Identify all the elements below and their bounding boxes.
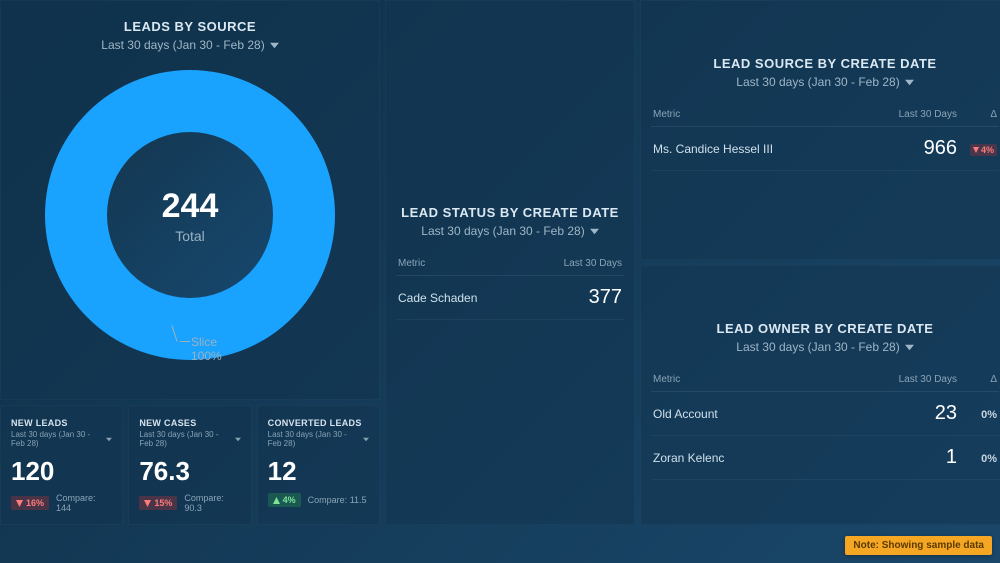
right-column: LEAD SOURCE BY CREATE DATE Last 30 days …	[640, 0, 1000, 525]
donut-total-label: Total	[175, 228, 205, 244]
col-metric: Metric	[398, 258, 532, 269]
metric-value: 966	[867, 137, 957, 160]
delta-badge: 4%	[268, 493, 301, 507]
stat-range[interactable]: Last 30 days (Jan 30 - Feb 28)	[11, 430, 112, 448]
date-range-label: Last 30 days (Jan 30 - Feb 28)	[736, 75, 899, 89]
chevron-down-icon	[106, 436, 112, 443]
table-header: Metric Last 30 Days Δ	[651, 368, 999, 392]
col-last30: Last 30 Days	[867, 109, 957, 120]
delta-badge: 4%	[970, 144, 997, 156]
stat-card[interactable]: NEW LEADS Last 30 days (Jan 30 - Feb 28)…	[0, 405, 123, 525]
chevron-down-icon	[590, 227, 599, 236]
metric-delta: 0%	[957, 407, 997, 421]
panel-leads-by-source: LEADS BY SOURCE Last 30 days (Jan 30 - F…	[0, 0, 380, 400]
table-row[interactable]: Ms. Candice Hessel III 966 4%	[651, 127, 999, 171]
compare-text: Compare: 90.3	[184, 493, 240, 513]
col-last30: Last 30 Days	[532, 258, 622, 269]
sample-data-note: Note: Showing sample data	[845, 536, 992, 555]
delta-text: 0%	[981, 409, 997, 421]
delta-text: 0%	[981, 453, 997, 465]
table-header: Metric Last 30 Days	[396, 252, 624, 276]
panel-lead-status: LEAD STATUS BY CREATE DATE Last 30 days …	[385, 0, 635, 525]
col-metric: Metric	[653, 374, 867, 385]
date-range-selector[interactable]: Last 30 days (Jan 30 - Feb 28)	[651, 75, 999, 89]
metric-delta: 4%	[957, 142, 997, 156]
stat-compare: 16% Compare: 144	[11, 493, 112, 513]
slice-leader-line	[180, 341, 190, 342]
col-last30: Last 30 Days	[867, 374, 957, 385]
stat-range[interactable]: Last 30 days (Jan 30 - Feb 28)	[139, 430, 240, 448]
date-range-label: Last 30 days (Jan 30 - Feb 28)	[101, 38, 264, 52]
compare-text: Compare: 144	[56, 493, 112, 513]
stat-range[interactable]: Last 30 days (Jan 30 - Feb 28)	[268, 430, 369, 448]
triangle-down-icon	[144, 500, 151, 507]
panel-title: LEAD SOURCE BY CREATE DATE	[651, 56, 999, 71]
metric-name: Ms. Candice Hessel III	[653, 142, 867, 156]
delta-badge: 16%	[11, 496, 49, 510]
chevron-down-icon	[905, 343, 914, 352]
metric-name: Cade Schaden	[398, 291, 532, 305]
table-row[interactable]: Old Account 23 0%	[651, 392, 999, 436]
triangle-up-icon	[273, 497, 280, 504]
date-range-selector[interactable]: Last 30 days (Jan 30 - Feb 28)	[11, 38, 369, 52]
table-header: Metric Last 30 Days Δ	[651, 103, 999, 127]
metric-value: 23	[867, 402, 957, 425]
date-range-selector[interactable]: Last 30 days (Jan 30 - Feb 28)	[651, 340, 999, 354]
stat-title: CONVERTED LEADS	[268, 418, 369, 428]
delta-badge: 15%	[139, 496, 177, 510]
stat-compare: 4% Compare: 11.5	[268, 493, 369, 507]
stat-title: NEW LEADS	[11, 418, 112, 428]
slice-percent: 100%	[191, 350, 222, 364]
stat-card[interactable]: CONVERTED LEADS Last 30 days (Jan 30 - F…	[257, 405, 380, 525]
date-range-label: Last 30 days (Jan 30 - Feb 28)	[421, 224, 584, 238]
stat-card[interactable]: NEW CASES Last 30 days (Jan 30 - Feb 28)…	[128, 405, 251, 525]
stat-cards-row: NEW LEADS Last 30 days (Jan 30 - Feb 28)…	[0, 405, 380, 525]
col-delta: Δ	[957, 109, 997, 120]
panel-title: LEAD OWNER BY CREATE DATE	[651, 321, 999, 336]
slice-name: Slice	[191, 336, 222, 350]
col-delta: Δ	[957, 374, 997, 385]
donut-center: 244 Total	[107, 132, 273, 298]
chevron-down-icon	[270, 41, 279, 50]
metric-name: Old Account	[653, 407, 867, 421]
compare-text: Compare: 11.5	[308, 495, 367, 505]
date-range-label: Last 30 days (Jan 30 - Feb 28)	[736, 340, 899, 354]
stat-value: 120	[11, 456, 112, 487]
metric-delta: 0%	[957, 451, 997, 465]
triangle-down-icon	[16, 500, 23, 507]
stat-title: NEW CASES	[139, 418, 240, 428]
date-range-selector[interactable]: Last 30 days (Jan 30 - Feb 28)	[396, 224, 624, 238]
table-row[interactable]: Zoran Kelenc 1 0%	[651, 436, 999, 480]
metric-name: Zoran Kelenc	[653, 451, 867, 465]
stat-value: 12	[268, 456, 369, 487]
donut-total-value: 244	[162, 187, 219, 226]
metric-value: 1	[867, 446, 957, 469]
chevron-down-icon	[905, 78, 914, 87]
panel-lead-source: LEAD SOURCE BY CREATE DATE Last 30 days …	[640, 0, 1000, 260]
chevron-down-icon	[363, 436, 369, 443]
stat-value: 76.3	[139, 456, 240, 487]
metric-value: 377	[532, 286, 622, 309]
table-row[interactable]: Cade Schaden 377	[396, 276, 624, 320]
slice-legend: Slice 100%	[191, 336, 222, 364]
chevron-down-icon	[235, 436, 241, 443]
panel-title: LEAD STATUS BY CREATE DATE	[396, 205, 624, 220]
triangle-down-icon	[973, 147, 979, 153]
donut-chart: 244 Total	[45, 70, 335, 360]
panel-lead-owner: LEAD OWNER BY CREATE DATE Last 30 days (…	[640, 265, 1000, 525]
col-metric: Metric	[653, 109, 867, 120]
stat-compare: 15% Compare: 90.3	[139, 493, 240, 513]
panel-title: LEADS BY SOURCE	[11, 19, 369, 34]
